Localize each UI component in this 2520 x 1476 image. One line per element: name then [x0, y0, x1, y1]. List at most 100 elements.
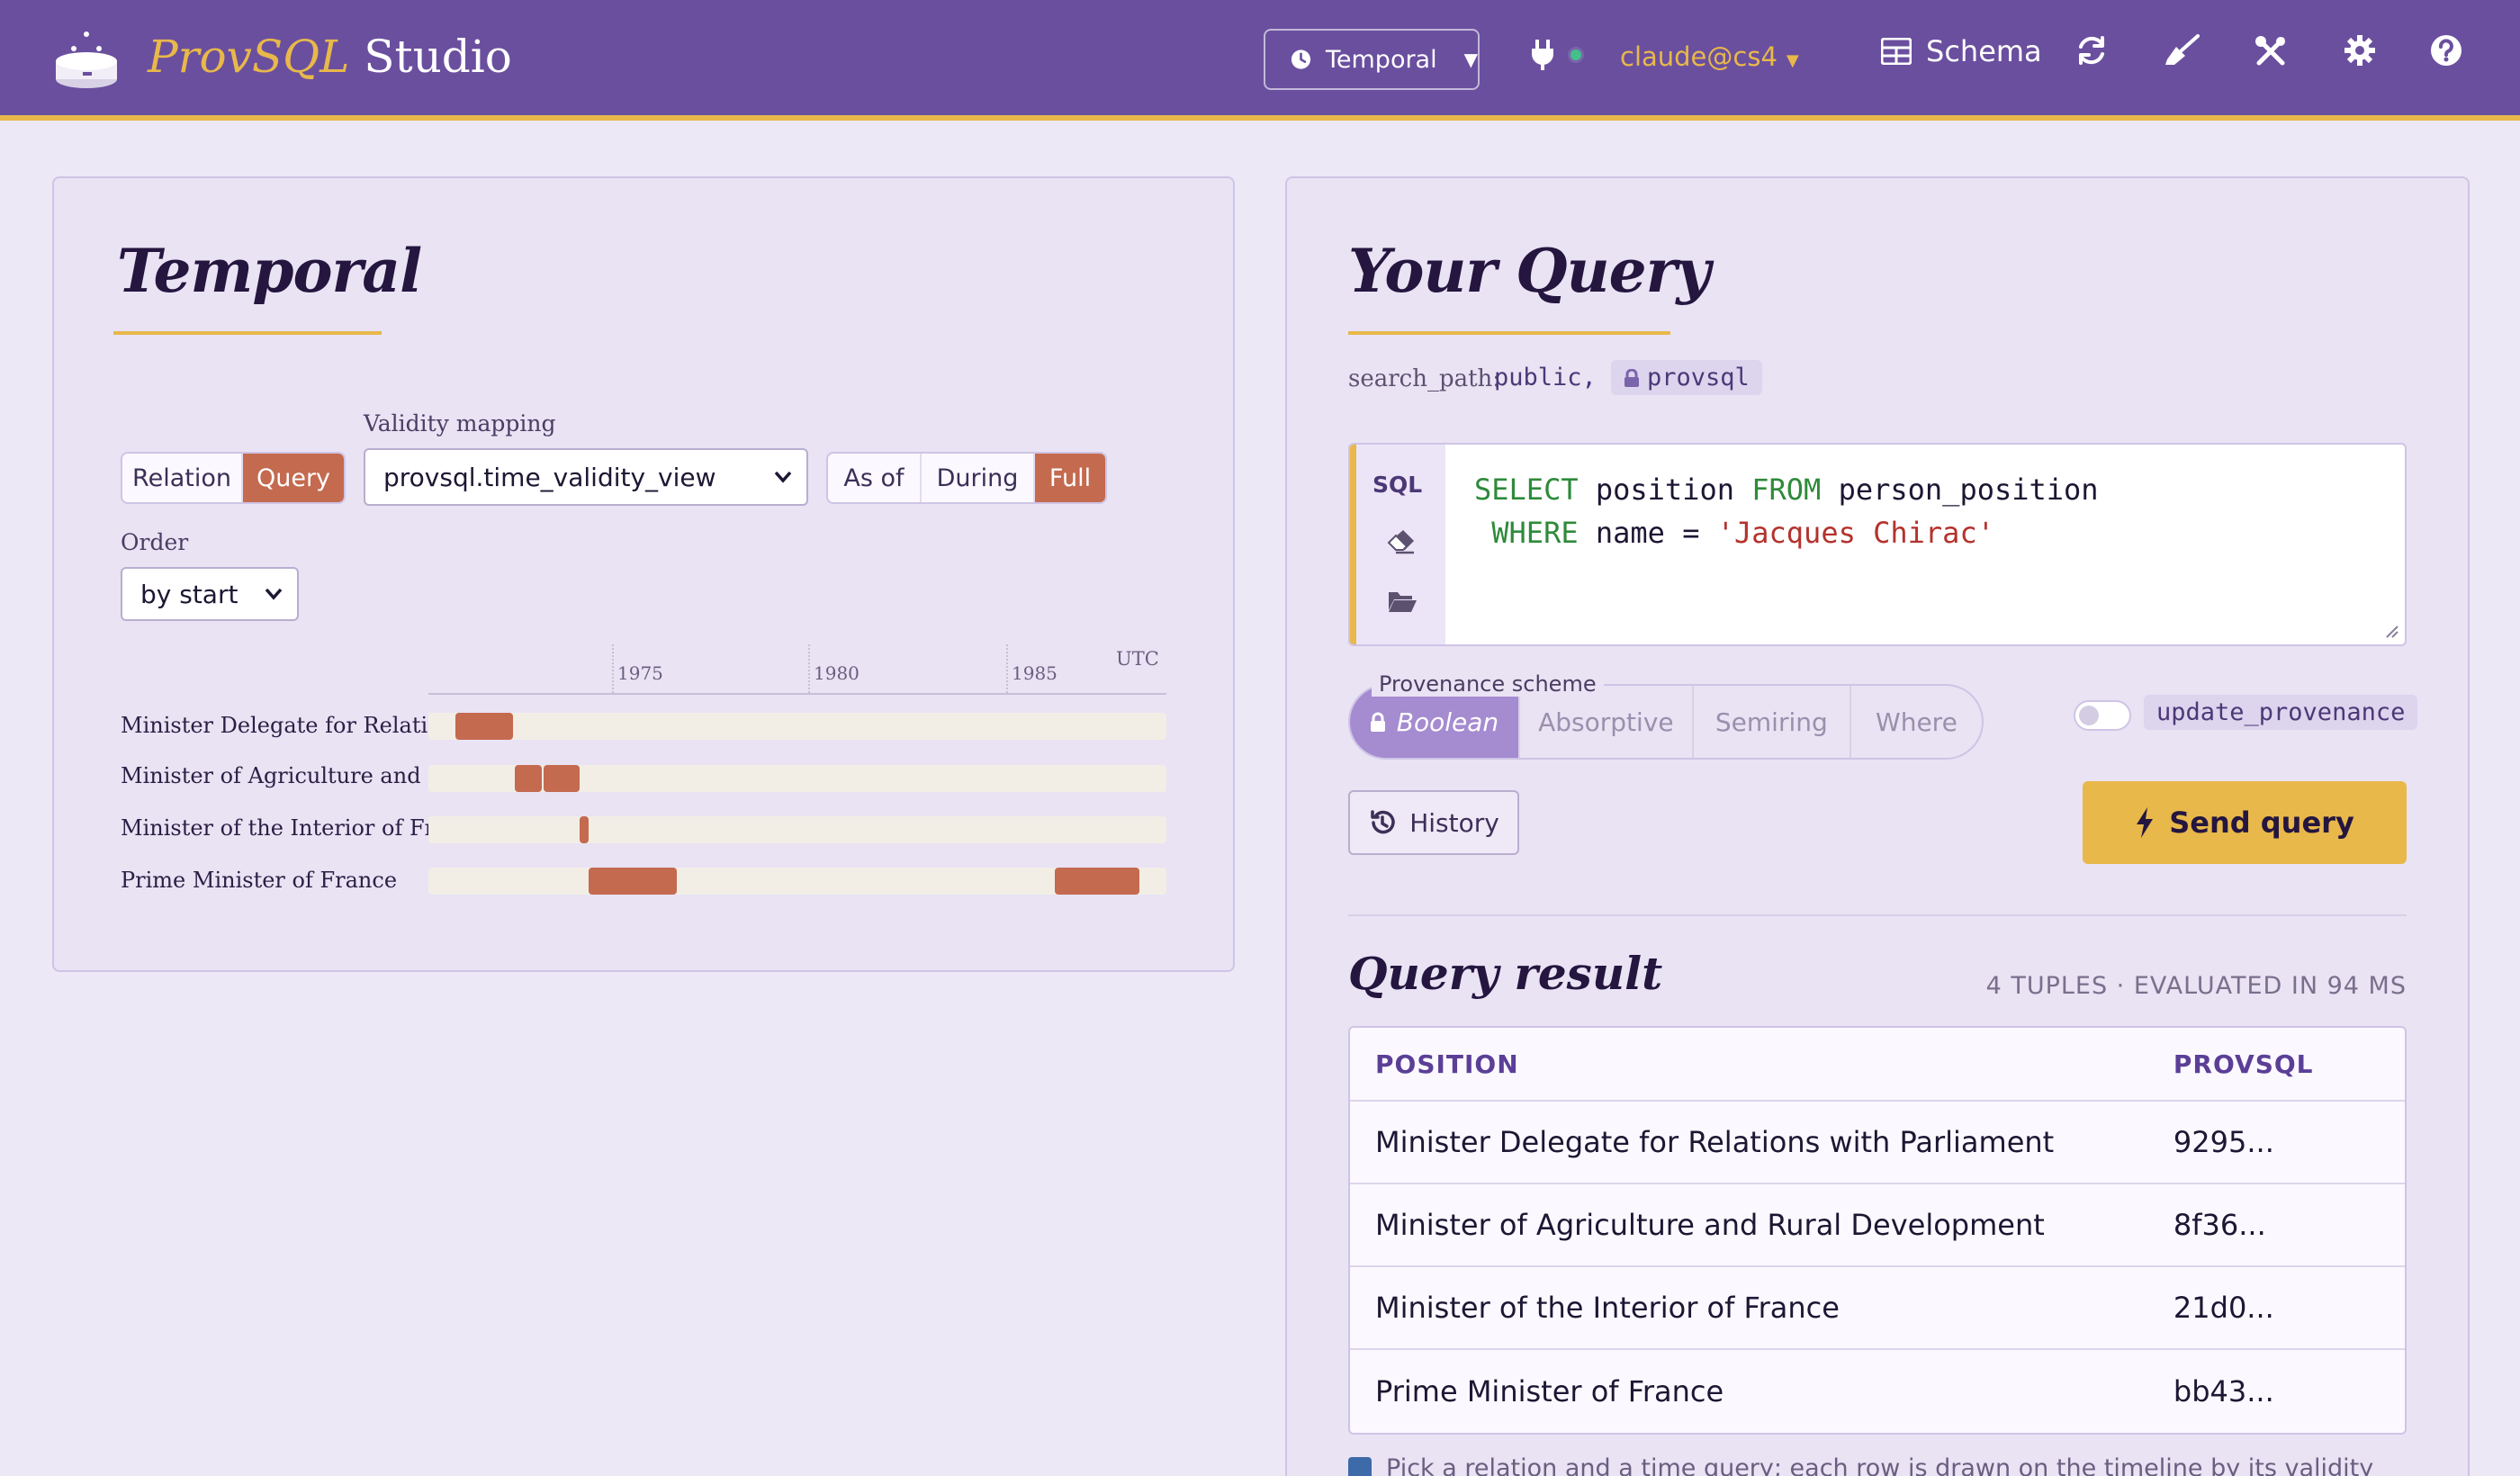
send-query-button[interactable]: Send query	[2083, 781, 2407, 864]
eraser-icon[interactable]	[1387, 527, 1416, 554]
cell-position: Prime Minister of France	[1375, 1374, 1724, 1408]
table-header: POSITION PROVSQL	[1350, 1028, 2405, 1102]
mode-select-label: Temporal	[1325, 45, 1437, 74]
timeline-tick	[1006, 644, 1008, 693]
timeline-row-label: Prime Minister of France	[121, 868, 398, 893]
timezone-label: UTC	[1116, 648, 1159, 670]
table-row[interactable]: Prime Minister of France bb43...	[1350, 1350, 2405, 1433]
sql-text: person_position	[1821, 472, 2099, 507]
update-provenance-toggle[interactable]	[2074, 700, 2131, 731]
editor-gutter: SQL	[1350, 445, 1445, 644]
connection-status	[1530, 40, 1584, 70]
cell-provsql[interactable]: 9295...	[2174, 1125, 2405, 1159]
tools-icon	[2255, 36, 2285, 66]
toggle-knob	[2079, 706, 2099, 725]
settings-button[interactable]	[2344, 34, 2376, 67]
validity-mapping-value: provsql.time_validity_view	[383, 462, 716, 492]
scheme-boolean[interactable]: Boolean	[1350, 686, 1520, 758]
refresh-button[interactable]	[2075, 34, 2108, 67]
lock-icon	[1370, 712, 1385, 732]
timeline-bar[interactable]	[455, 713, 513, 740]
column-header-provsql[interactable]: PROVSQL	[2174, 1049, 2405, 1079]
result-title: Query result	[1348, 947, 1663, 1000]
refresh-icon	[2079, 36, 2104, 65]
history-label: History	[1409, 807, 1499, 838]
logo-icon	[56, 32, 117, 88]
title-underline	[113, 331, 382, 335]
result-hint-text: Pick a relation and a time query; each r…	[1386, 1454, 2374, 1476]
timeline-bar[interactable]	[544, 765, 580, 792]
folder-open-icon[interactable]	[1387, 589, 1418, 614]
cell-position: Minister of Agriculture and Rural Develo…	[1375, 1208, 2045, 1242]
timeline-track	[428, 713, 1166, 740]
timeline-row-label: Minister of the Interior of Fra...	[121, 815, 469, 841]
history-icon	[1371, 810, 1395, 834]
sql-code: SELECT position FROM person_position WHE…	[1474, 468, 2099, 554]
gear-icon	[2344, 35, 2375, 66]
broom-icon	[2165, 34, 2200, 65]
user-menu[interactable]: claude@cs4 ▼	[1620, 41, 1799, 72]
clock-icon	[1291, 50, 1311, 69]
result-meta: 4 TUPLES · EVALUATED IN 94 MS	[1985, 972, 2407, 1000]
tab-relation[interactable]: Relation	[122, 454, 243, 502]
tab-full[interactable]: Full	[1035, 454, 1105, 502]
scheme-where[interactable]: Where	[1851, 686, 1982, 758]
sql-text: position	[1578, 472, 1752, 507]
send-query-label: Send query	[2169, 806, 2354, 840]
sql-keyword: FROM	[1751, 472, 1822, 507]
brand-title[interactable]: ProvSQL Studio	[148, 31, 512, 83]
title-underline	[1348, 331, 1670, 335]
sql-string: 'Jacques Chirac'	[1716, 516, 1994, 550]
tab-during[interactable]: During	[922, 454, 1035, 502]
cell-provsql[interactable]: bb43...	[2174, 1374, 2405, 1408]
timeline-bar[interactable]	[515, 765, 542, 792]
cell-provsql[interactable]: 21d0...	[2174, 1291, 2405, 1325]
chevron-down-icon: ▼	[1786, 51, 1799, 70]
sql-keyword: SELECT	[1474, 472, 1579, 507]
tools-button[interactable]	[2254, 34, 2288, 68]
validity-mapping-select[interactable]: provsql.time_validity_view	[364, 448, 808, 506]
query-title: Your Query	[1348, 236, 1711, 306]
search-path-provsql-text: provsql	[1647, 364, 1750, 392]
chevron-down-icon	[265, 588, 283, 600]
scheme-semiring[interactable]: Semiring	[1694, 686, 1851, 758]
tab-as-of[interactable]: As of	[828, 454, 922, 502]
user-name: claude@cs4	[1620, 41, 1778, 72]
timeline-track	[428, 765, 1166, 792]
timeline-bar[interactable]	[589, 868, 677, 895]
schema-button[interactable]: Schema	[1881, 34, 2042, 68]
help-button[interactable]	[2430, 34, 2462, 67]
search-path-label: search_path:	[1348, 365, 1501, 392]
update-provenance-label: update_provenance	[2144, 695, 2418, 730]
timeline-bar[interactable]	[1055, 868, 1139, 895]
cell-provsql[interactable]: 8f36...	[2174, 1208, 2405, 1242]
clear-button[interactable]	[2164, 34, 2200, 67]
timeline-tick	[612, 644, 614, 693]
temporal-title: Temporal	[117, 236, 422, 306]
timeline-tick-label: 1975	[617, 662, 663, 684]
order-label: Order	[121, 529, 189, 555]
sql-keyword: WHERE	[1474, 516, 1579, 550]
column-header-position[interactable]: POSITION	[1350, 1049, 2174, 1079]
status-dot	[1568, 47, 1584, 63]
sql-text: name =	[1578, 516, 1717, 550]
order-select[interactable]: by start	[121, 567, 299, 621]
brand-prefix: ProvSQL	[148, 31, 350, 83]
timeline-bar[interactable]	[580, 816, 589, 843]
help-icon	[2431, 35, 2462, 66]
order-value: by start	[140, 579, 238, 609]
tab-query[interactable]: Query	[243, 454, 344, 502]
cell-position: Minister of the Interior of France	[1375, 1291, 1840, 1325]
table-icon	[1881, 38, 1912, 65]
source-tabs: Relation Query	[121, 452, 346, 504]
history-button[interactable]: History	[1348, 790, 1519, 855]
cell-position: Minister Delegate for Relations with Par…	[1375, 1125, 2055, 1159]
top-bar: ProvSQL Studio Temporal ▼ claude@cs4 ▼ Sc…	[0, 0, 2520, 121]
table-row[interactable]: Minister Delegate for Relations with Par…	[1350, 1102, 2405, 1184]
scheme-absorptive[interactable]: Absorptive	[1520, 686, 1694, 758]
resize-handle-icon[interactable]	[2385, 625, 2399, 639]
table-row[interactable]: Minister of Agriculture and Rural Develo…	[1350, 1184, 2405, 1267]
table-row[interactable]: Minister of the Interior of France 21d0.…	[1350, 1267, 2405, 1350]
sql-editor[interactable]: SQL SELECT position FROM person_position…	[1348, 443, 2407, 646]
mode-select[interactable]: Temporal ▼	[1264, 29, 1480, 90]
